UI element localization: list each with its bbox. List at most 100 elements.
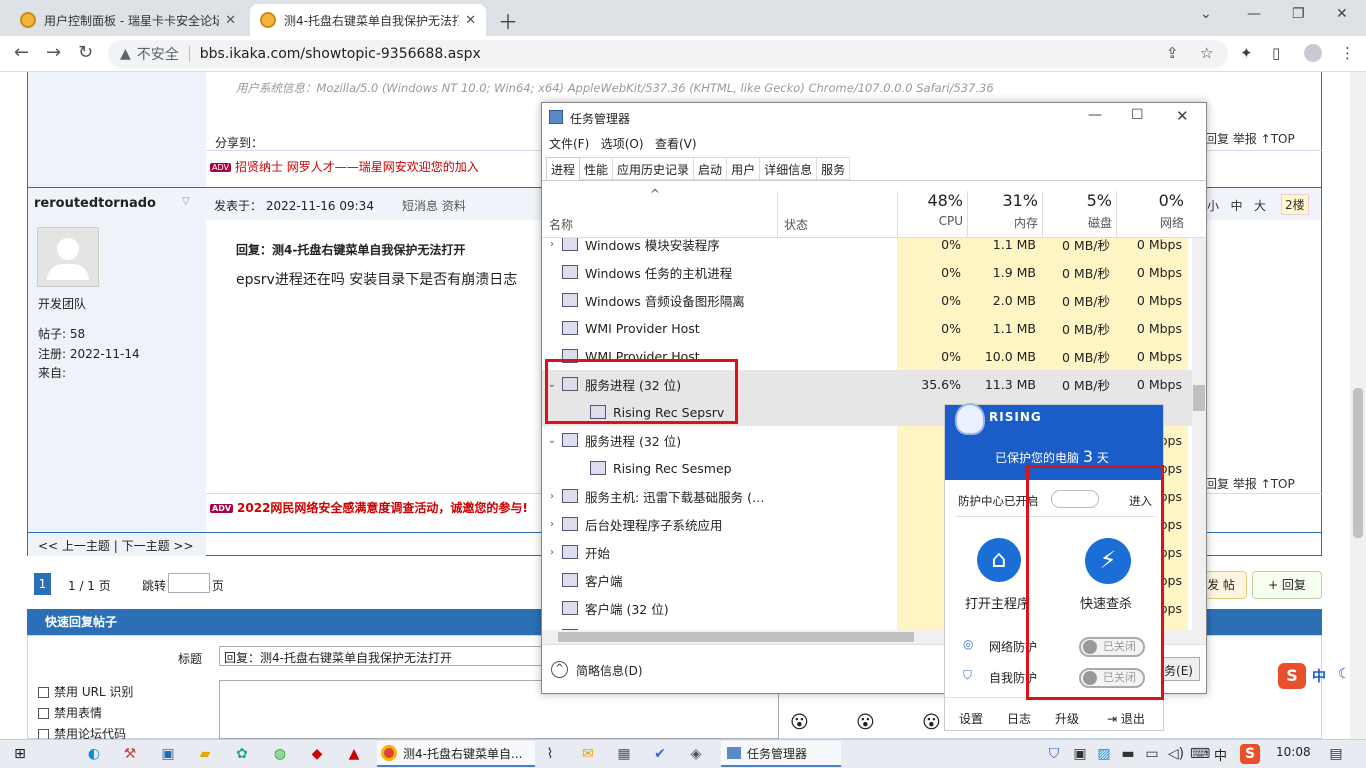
close-window-icon[interactable]: ✕ bbox=[1336, 6, 1348, 22]
star-icon[interactable]: ☆ bbox=[1200, 44, 1213, 62]
tab-details[interactable]: 详细信息 bbox=[760, 157, 818, 180]
app-icon[interactable]: ▣ bbox=[158, 744, 178, 764]
menu-options[interactable]: 选项(O) bbox=[601, 137, 644, 151]
minimize-icon[interactable]: — bbox=[1088, 107, 1102, 123]
tab-startup[interactable]: 启动 bbox=[694, 157, 728, 180]
extensions-icon[interactable]: ✦ bbox=[1240, 44, 1253, 62]
share-icon[interactable]: ⇪ bbox=[1166, 44, 1179, 62]
edge-icon[interactable]: ◐ bbox=[84, 744, 104, 764]
tm-vscroll-thumb[interactable] bbox=[1193, 385, 1205, 411]
windows-start-icon[interactable]: ⊞ bbox=[10, 744, 30, 764]
tab-user-panel[interactable]: 用户控制面板 - 瑞星卡卡安全论坛 ✕ bbox=[10, 4, 246, 36]
forward-icon[interactable]: → bbox=[46, 42, 61, 63]
app-icon[interactable]: ◈ bbox=[686, 744, 706, 764]
col-memory[interactable]: 31% 内存 bbox=[967, 191, 1042, 237]
app-icon[interactable]: ◆ bbox=[307, 744, 327, 764]
app-icon[interactable]: ⚒ bbox=[120, 744, 140, 764]
top-link[interactable]: TOP bbox=[1271, 477, 1295, 491]
page-current[interactable]: 1 bbox=[34, 573, 51, 595]
process-row[interactable]: › Windows 模块安装程序 0% 1.1 MB 0 MB/秒 0 Mbps bbox=[542, 238, 1192, 258]
sogou-tray-icon[interactable]: S bbox=[1240, 744, 1260, 764]
checkbox[interactable] bbox=[38, 687, 49, 698]
top-link[interactable]: TOP bbox=[1271, 132, 1295, 146]
home-icon[interactable]: ⌂ bbox=[977, 538, 1021, 582]
notification-icon[interactable]: ▤ bbox=[1326, 744, 1346, 764]
address-bar[interactable]: ▲ 不安全 bbs.ikaka.com/showtopic-9356688.as… bbox=[108, 40, 1228, 68]
tab-processes[interactable]: 进程 bbox=[546, 157, 581, 180]
checkbox[interactable] bbox=[38, 729, 49, 739]
chevron-down-icon[interactable]: ⌄ bbox=[1200, 6, 1212, 22]
jump-input[interactable] bbox=[168, 573, 210, 593]
expand-chevron-icon[interactable]: › bbox=[542, 547, 562, 558]
col-cpu[interactable]: 48% CPU bbox=[897, 191, 967, 237]
process-row[interactable]: Windows 任务的主机进程 0% 1.9 MB 0 MB/秒 0 Mbps bbox=[542, 258, 1192, 286]
app-icon[interactable]: ▲ bbox=[344, 744, 364, 764]
tab-performance[interactable]: 性能 bbox=[580, 157, 614, 180]
checkbox[interactable] bbox=[38, 708, 49, 719]
tab-app-history[interactable]: 应用历史记录 bbox=[613, 157, 695, 180]
reload-icon[interactable]: ↻ bbox=[78, 42, 93, 63]
reply-report-links[interactable]: 回复 举报 bbox=[1205, 132, 1257, 146]
open-main-program[interactable]: 打开主程序 bbox=[965, 593, 1030, 612]
ime-indicator[interactable]: 中 bbox=[1214, 745, 1227, 764]
expand-chevron-icon[interactable]: › bbox=[542, 519, 562, 530]
process-row[interactable]: WMI Provider Host 0% 1.1 MB 0 MB/秒 0 Mbps bbox=[542, 314, 1192, 342]
col-status[interactable]: 状态 bbox=[784, 216, 808, 233]
app-icon[interactable]: ⌇ bbox=[540, 744, 560, 764]
author-name[interactable]: reroutedtornado bbox=[34, 196, 156, 211]
new-tab-icon[interactable]: ＋ bbox=[498, 6, 518, 35]
menu-view[interactable]: 查看(V) bbox=[655, 137, 697, 151]
settings-link[interactable]: 设置 bbox=[959, 710, 983, 727]
profile-link[interactable]: 资料 bbox=[442, 199, 466, 213]
back-icon[interactable]: ← bbox=[14, 42, 29, 63]
app-icon[interactable]: ✿ bbox=[232, 744, 252, 764]
process-row[interactable]: Windows 音频设备图形隔离 0% 2.0 MB 0 MB/秒 0 Mbps bbox=[542, 286, 1192, 314]
avatar[interactable] bbox=[37, 227, 99, 287]
expand-chevron-icon[interactable]: ⌄ bbox=[542, 435, 562, 446]
tm-hscroll-thumb[interactable] bbox=[558, 632, 914, 642]
menu-file[interactable]: 文件(F) bbox=[549, 137, 589, 151]
sogou-logo-icon[interactable]: S bbox=[1278, 663, 1306, 689]
restore-icon[interactable]: ❐ bbox=[1292, 6, 1305, 22]
clock[interactable]: 10:08 bbox=[1276, 745, 1311, 759]
font-medium[interactable]: 中 bbox=[1230, 199, 1242, 213]
expand-chevron-icon[interactable]: › bbox=[542, 239, 562, 250]
calculator-icon[interactable]: ▦ bbox=[614, 744, 634, 764]
fewer-details-link[interactable]: 简略信息(D) bbox=[576, 662, 643, 679]
prev-next-links[interactable]: << 上一主题 | 下一主题 >> bbox=[38, 537, 194, 554]
close-icon[interactable]: ✕ bbox=[465, 13, 476, 28]
expand-chevron-icon[interactable]: › bbox=[542, 491, 562, 502]
reply-report-links[interactable]: 回复 举报 bbox=[1205, 477, 1257, 491]
close-icon[interactable]: ✕ bbox=[225, 13, 236, 28]
tray-icon[interactable]: ▣ bbox=[1070, 744, 1090, 764]
caret-down-icon[interactable]: ▽ bbox=[182, 196, 190, 207]
sidepanel-icon[interactable]: ▯ bbox=[1272, 44, 1280, 62]
reply-button[interactable]: + 回复 bbox=[1252, 571, 1322, 599]
col-disk[interactable]: 5% 磁盘 bbox=[1042, 191, 1116, 237]
app-icon[interactable]: ✉ bbox=[578, 744, 598, 764]
network-icon[interactable]: ▭ bbox=[1142, 744, 1162, 764]
emoji-icon[interactable]: 😮 bbox=[922, 712, 941, 733]
minimize-icon[interactable]: — bbox=[1247, 6, 1261, 22]
font-large[interactable]: 大 bbox=[1254, 199, 1266, 213]
folder-icon[interactable]: ▰ bbox=[195, 744, 215, 764]
exit-link[interactable]: 退出 bbox=[1121, 712, 1145, 726]
wechat-icon[interactable]: ◍ bbox=[270, 744, 290, 764]
pm-link[interactable]: 短消息 bbox=[402, 199, 438, 213]
tray-icon[interactable]: ▨ bbox=[1094, 744, 1114, 764]
rising-tray-icon[interactable]: ⛉ bbox=[1044, 744, 1064, 764]
font-small[interactable]: 小 bbox=[1207, 199, 1219, 213]
tm-vscroll[interactable] bbox=[1192, 238, 1206, 630]
moon-icon[interactable]: ☾ bbox=[1338, 666, 1351, 682]
chevron-up-icon[interactable]: ^ bbox=[551, 661, 568, 678]
log-link[interactable]: 日志 bbox=[1007, 710, 1031, 727]
maximize-icon[interactable]: ☐ bbox=[1131, 107, 1144, 123]
title-input[interactable]: 回复：测4-托盘右键菜单自我保护无法打开 bbox=[219, 646, 559, 666]
col-name[interactable]: 名称 bbox=[549, 216, 573, 233]
tray-icon[interactable]: ▬ bbox=[1118, 744, 1138, 764]
emoji-icon[interactable]: 😮 bbox=[790, 712, 809, 733]
volume-icon[interactable]: ◁) bbox=[1166, 744, 1186, 764]
menu-icon[interactable]: ⋮ bbox=[1340, 44, 1355, 62]
sogou-mode[interactable]: 中 bbox=[1312, 666, 1326, 686]
emoji-icon[interactable]: 😮 bbox=[856, 712, 875, 733]
